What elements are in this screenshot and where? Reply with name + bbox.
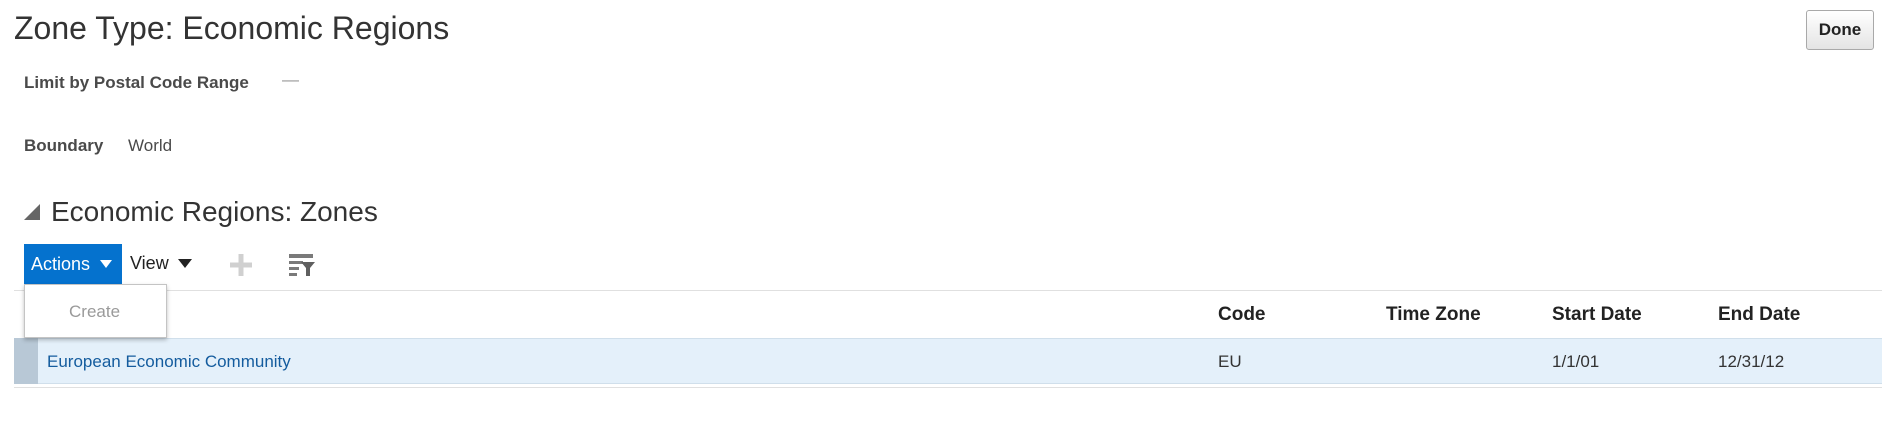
actions-label: Actions — [31, 253, 91, 274]
view-label: View — [130, 253, 169, 273]
zone-name-link[interactable]: European Economic Community — [47, 352, 291, 372]
chevron-down-icon — [100, 260, 113, 268]
column-header-start-date[interactable]: Start Date — [1552, 304, 1642, 326]
section-title: Economic Regions: Zones — [51, 196, 378, 227]
menu-item-create[interactable]: Create — [69, 302, 120, 322]
cell-code: EU — [1218, 352, 1242, 371]
chevron-down-icon — [177, 259, 192, 268]
boundary-value: World — [128, 136, 173, 155]
done-button[interactable]: Done — [1806, 10, 1874, 50]
boundary-label: Boundary — [24, 136, 104, 155]
view-menu-button[interactable]: View — [130, 253, 192, 274]
table-row[interactable] — [14, 338, 1882, 384]
column-header-time-zone[interactable]: Time Zone — [1386, 304, 1481, 326]
disclosure-triangle-icon[interactable] — [24, 204, 40, 220]
table-divider — [14, 387, 1882, 388]
limit-postal-code-label: Limit by Postal Code Range — [24, 73, 249, 92]
query-by-example-icon[interactable] — [288, 252, 316, 278]
page-title: Zone Type: Economic Regions — [14, 10, 450, 46]
row-selector[interactable] — [14, 338, 38, 384]
cell-end-date: 12/31/12 — [1718, 352, 1785, 371]
cell-start-date: 1/1/01 — [1552, 352, 1600, 371]
actions-menu-button[interactable]: Actions — [24, 244, 122, 284]
table-divider — [14, 290, 1882, 291]
column-header-code[interactable]: Code — [1218, 304, 1266, 326]
limit-postal-code-value: — — [282, 70, 299, 89]
column-header-end-date[interactable]: End Date — [1718, 304, 1800, 326]
plus-icon[interactable] — [228, 252, 254, 278]
